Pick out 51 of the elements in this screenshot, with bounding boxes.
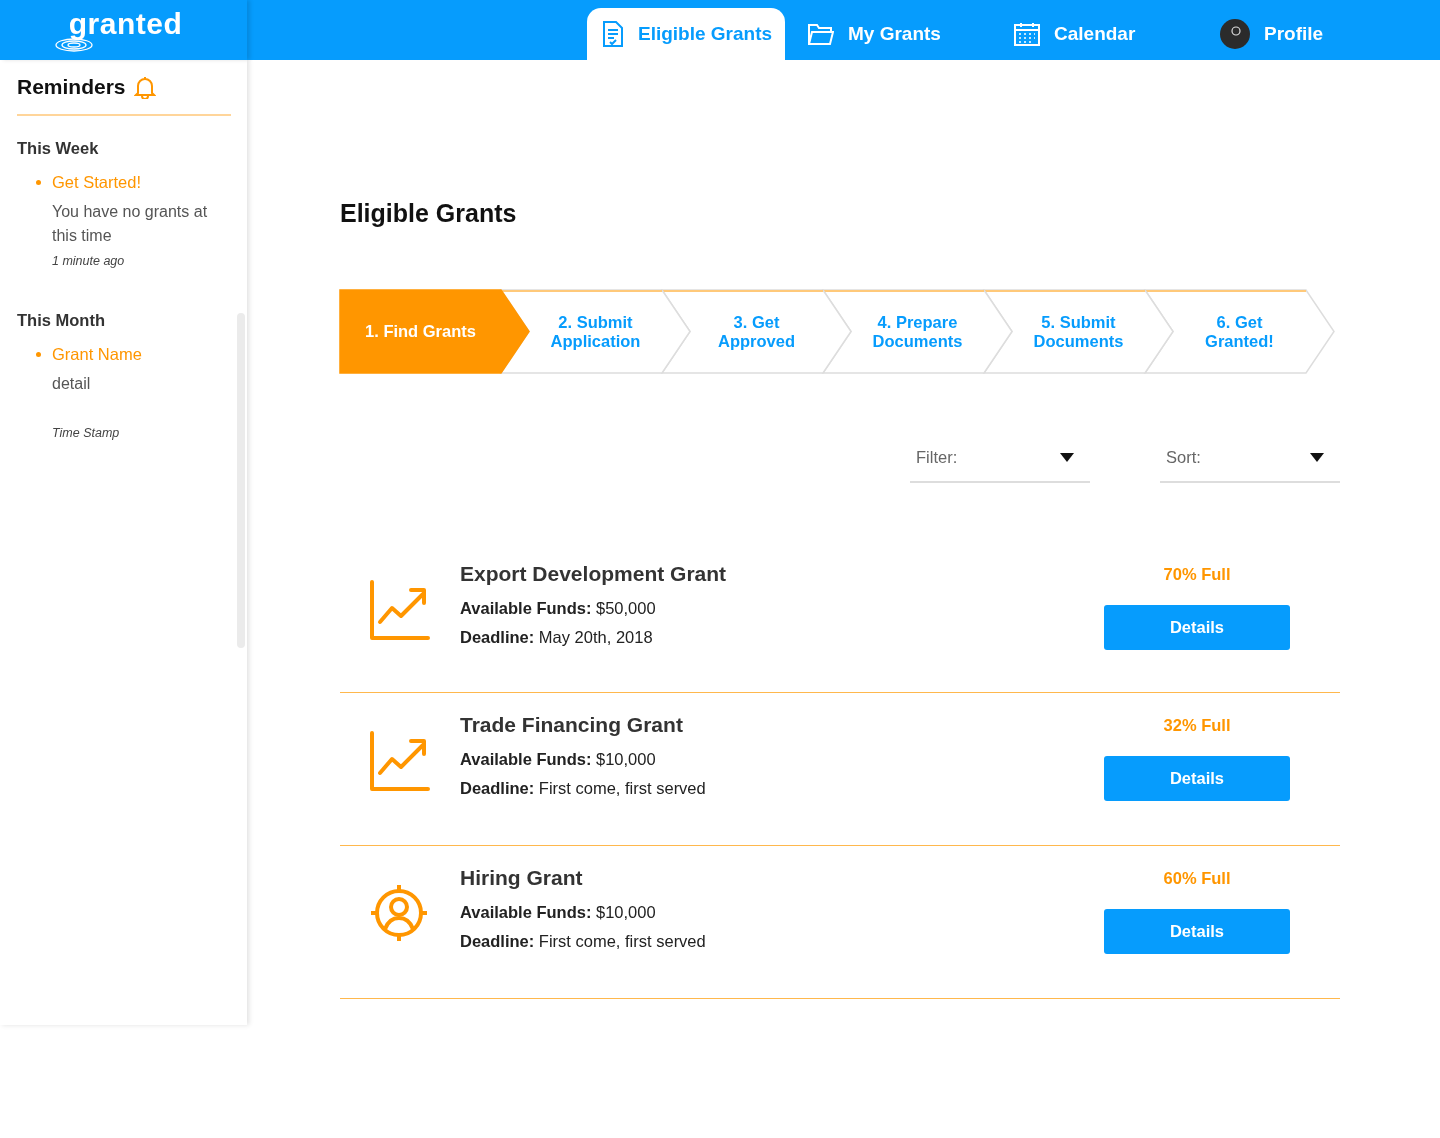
person-target-icon xyxy=(370,884,428,942)
reminder-detail: detail xyxy=(52,374,92,394)
grant-name: Trade Financing Grant xyxy=(460,712,684,738)
caret-icon xyxy=(1060,453,1074,462)
step-tab[interactable]: 1. Find Grants xyxy=(340,290,529,373)
group-heading: This Week xyxy=(17,138,100,158)
bullet-icon xyxy=(36,351,41,357)
step-tab[interactable]: 5. Submit Documents xyxy=(984,290,1173,373)
step-tab[interactable]: 3. Get Approved xyxy=(662,290,851,373)
reminder-detail: You have no grants at this time xyxy=(52,202,209,246)
nav-tab[interactable]: Calendar xyxy=(999,8,1197,60)
details-button[interactable]: Details xyxy=(1104,909,1290,954)
caret-icon xyxy=(1310,453,1324,462)
document-icon xyxy=(602,21,624,47)
fill-status: 70% Full xyxy=(1163,564,1231,585)
filter-dropdown[interactable]: Filter: xyxy=(910,438,1090,483)
reminder-time: Time Stamp xyxy=(52,425,121,442)
avatar-icon xyxy=(1220,19,1250,49)
reminder-title[interactable]: Get Started! xyxy=(52,172,141,192)
reminders-title: Reminders xyxy=(17,75,126,99)
sort-dropdown[interactable]: Sort: xyxy=(1160,438,1340,483)
reminder-time: 1 minute ago xyxy=(52,253,126,270)
chart-icon xyxy=(370,731,430,791)
available-funds: Available Funds: $10,000 xyxy=(460,902,657,923)
deadline: Deadline: First come, first served xyxy=(460,931,707,952)
fill-status: 60% Full xyxy=(1163,868,1231,889)
nav-tab[interactable]: My Grants xyxy=(793,8,991,60)
ripple-icon xyxy=(54,38,93,52)
reminder-title[interactable]: Grant Name xyxy=(52,344,142,364)
bullet-icon xyxy=(36,179,41,185)
step-tab[interactable]: 2. Submit Application xyxy=(501,290,690,373)
fill-status: 32% Full xyxy=(1163,715,1231,736)
calendar-icon xyxy=(1014,22,1040,46)
logo-text: granted xyxy=(68,8,183,40)
nav-tab[interactable]: Eligible Grants xyxy=(587,8,785,60)
details-button[interactable]: Details xyxy=(1104,756,1290,801)
step-tab[interactable]: 6. Get Granted! xyxy=(1145,290,1334,373)
page-title: Eligible Grants xyxy=(340,198,518,228)
details-button[interactable]: Details xyxy=(1104,605,1290,650)
group-heading: This Month xyxy=(17,310,106,330)
deadline: Deadline: First come, first served xyxy=(460,778,707,799)
available-funds: Available Funds: $50,000 xyxy=(460,598,657,619)
available-funds: Available Funds: $10,000 xyxy=(460,749,657,770)
folder-icon xyxy=(808,22,834,46)
chart-icon xyxy=(370,580,430,640)
grant-name: Export Development Grant xyxy=(460,561,728,587)
deadline: Deadline: May 20th, 2018 xyxy=(460,627,654,648)
grant-name: Hiring Grant xyxy=(460,865,584,891)
step-tab[interactable]: 4. Prepare Documents xyxy=(823,290,1012,373)
bell-icon xyxy=(133,75,156,99)
nav-tab[interactable]: Profile xyxy=(1205,8,1403,60)
